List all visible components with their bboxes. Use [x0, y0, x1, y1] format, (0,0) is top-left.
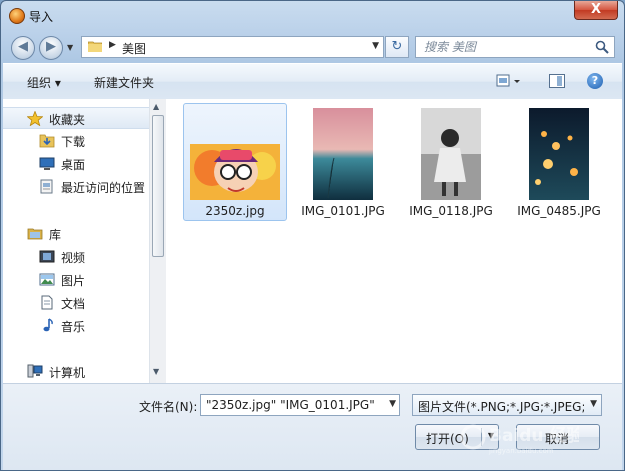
- sidebar-item-label: 音乐: [61, 320, 86, 334]
- organize-button[interactable]: 组织 ▾: [27, 74, 61, 91]
- change-view-button[interactable]: [495, 72, 523, 90]
- breadcrumb-separator-icon[interactable]: ▶: [109, 40, 116, 50]
- computer-icon: [27, 364, 43, 378]
- sidebar-item-music[interactable]: 音乐: [3, 315, 149, 337]
- file-thumbnail: [298, 108, 388, 200]
- music-icon: [43, 318, 53, 332]
- sidebar-item-pictures[interactable]: 图片: [3, 269, 149, 291]
- recent-places-icon: [40, 179, 53, 194]
- scrollbar-thumb[interactable]: [152, 115, 164, 257]
- refresh-button[interactable]: ↻: [385, 36, 409, 58]
- scroll-up-icon[interactable]: ▲: [153, 102, 159, 111]
- file-item[interactable]: IMG_0101.JPG: [291, 103, 395, 221]
- search-input[interactable]: [424, 39, 594, 55]
- close-button[interactable]: X: [574, 1, 618, 20]
- pictures-icon: [39, 273, 55, 286]
- new-folder-button[interactable]: 新建文件夹: [94, 74, 154, 91]
- download-folder-icon: [39, 134, 55, 148]
- sidebar-item-libraries[interactable]: 库: [3, 223, 149, 245]
- chevron-down-icon[interactable]: ▼: [590, 399, 597, 409]
- star-icon: [27, 111, 43, 126]
- sidebar-item-label: 视频: [61, 251, 86, 265]
- file-list: 2350z.jpg IMG_0101.JPG IMG_0118.JPG IMG_…: [179, 103, 619, 383]
- file-type-select[interactable]: 图片文件(*.PNG;*.JPG;*.JPEG;* ▼: [412, 394, 602, 416]
- file-name: IMG_0101.JPG: [301, 204, 385, 218]
- search-box[interactable]: [415, 36, 615, 58]
- search-icon[interactable]: [595, 40, 609, 54]
- sidebar-scrollbar[interactable]: ▲ ▼: [149, 99, 166, 383]
- app-icon: [9, 8, 25, 24]
- file-thumbnail: [190, 108, 280, 200]
- file-type-value: 图片文件(*.PNG;*.JPG;*.JPEG;*: [418, 400, 584, 414]
- back-button[interactable]: ◀: [11, 36, 35, 60]
- refresh-icon: ↻: [391, 39, 403, 54]
- forward-button[interactable]: ▶: [39, 36, 63, 60]
- file-name: IMG_0118.JPG: [409, 204, 493, 218]
- breadcrumb-current[interactable]: 美图: [122, 40, 146, 57]
- sidebar-item-label: 桌面: [61, 158, 86, 172]
- import-dialog: 导入 X ◀ ▶ ▼ ▶ 美图 ▼ ↻ 组织 ▾ 新建文件夹: [0, 0, 625, 471]
- command-bar: 组织 ▾ 新建文件夹 ?: [3, 63, 622, 100]
- file-item[interactable]: IMG_0485.JPG: [507, 103, 611, 221]
- svg-text:Baidu 经验: Baidu 经验: [489, 425, 579, 446]
- sidebar-item-videos[interactable]: 视频: [3, 246, 149, 268]
- preview-pane-icon[interactable]: [549, 74, 565, 88]
- file-thumbnail: [514, 108, 604, 200]
- baidu-watermark: Baidu 经验 jingyan.baidu.com: [460, 424, 579, 455]
- filename-label: 文件名(N):: [139, 400, 198, 414]
- help-icon[interactable]: ?: [587, 73, 603, 89]
- sidebar-item-documents[interactable]: 文档: [3, 292, 149, 314]
- library-icon: [27, 228, 43, 240]
- address-dropdown-icon[interactable]: ▼: [372, 41, 379, 51]
- back-arrow-icon: ◀: [18, 39, 28, 54]
- title-bar: 导入 X: [1, 1, 624, 31]
- window-title: 导入: [29, 10, 54, 24]
- forward-arrow-icon: ▶: [46, 39, 56, 54]
- desktop-icon: [39, 157, 55, 170]
- folder-icon: [88, 41, 102, 52]
- filename-input[interactable]: "2350z.jpg" "IMG_0101.JPG" "I ▼: [200, 394, 400, 416]
- recent-pages-dropdown[interactable]: ▼: [67, 43, 75, 52]
- sidebar-item-label: 库: [49, 228, 62, 242]
- address-bar[interactable]: ▶ 美图 ▼: [81, 36, 384, 58]
- sidebar-item-label: 图片: [61, 274, 86, 288]
- sidebar-item-downloads[interactable]: 下载: [3, 130, 149, 152]
- file-item[interactable]: IMG_0118.JPG: [399, 103, 503, 221]
- sidebar-item-favorites[interactable]: 收藏夹: [3, 107, 149, 129]
- sidebar-item-recent-places[interactable]: 最近访问的位置: [3, 176, 149, 198]
- file-thumbnail: [406, 108, 496, 200]
- sidebar-item-label: 文档: [61, 297, 86, 311]
- sidebar-item-label: 最近访问的位置: [61, 181, 146, 195]
- file-name: 2350z.jpg: [205, 204, 265, 218]
- chevron-down-icon[interactable]: ▼: [389, 399, 396, 409]
- documents-icon: [41, 295, 53, 310]
- navigation-pane: 收藏夹 下载 桌面 最近访问的位置 库 视频 图片 文档 音乐 计算机: [3, 99, 149, 383]
- sidebar-item-computer[interactable]: 计算机: [3, 361, 149, 383]
- scroll-down-icon[interactable]: ▼: [153, 367, 159, 376]
- view-icon: [496, 74, 520, 87]
- file-item[interactable]: 2350z.jpg: [183, 103, 287, 221]
- sidebar-item-label: 收藏夹: [49, 113, 86, 127]
- file-name: IMG_0485.JPG: [517, 204, 601, 218]
- sidebar-item-desktop[interactable]: 桌面: [3, 153, 149, 175]
- sidebar-item-label: 下载: [61, 135, 86, 149]
- close-icon: X: [590, 2, 602, 17]
- content-area: 收藏夹 下载 桌面 最近访问的位置 库 视频 图片 文档 音乐 计算机 ▲ ▼ …: [3, 99, 622, 383]
- svg-text:jingyan.baidu.com: jingyan.baidu.com: [488, 447, 554, 455]
- sidebar-item-label: 计算机: [49, 366, 86, 380]
- filename-value[interactable]: "2350z.jpg" "IMG_0101.JPG" "I: [206, 398, 378, 412]
- video-icon: [39, 250, 55, 263]
